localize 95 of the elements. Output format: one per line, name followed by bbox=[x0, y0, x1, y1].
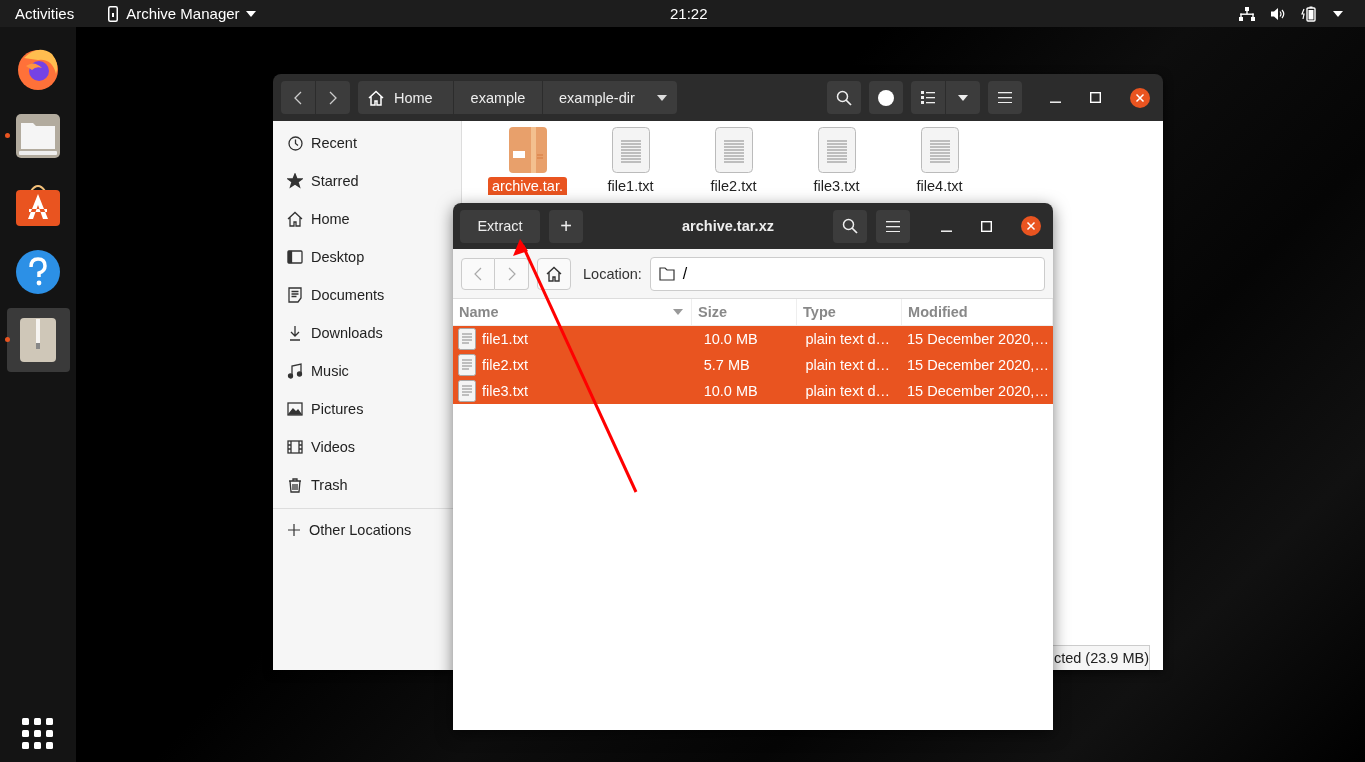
videos-icon bbox=[287, 439, 303, 455]
back-button[interactable] bbox=[281, 81, 315, 114]
sidebar-item[interactable]: Home bbox=[273, 200, 358, 238]
view-options-button[interactable] bbox=[946, 81, 980, 114]
caret-icon[interactable] bbox=[1333, 10, 1343, 17]
sidebar-item[interactable]: Music bbox=[273, 352, 357, 390]
desktop-icon bbox=[287, 249, 303, 265]
menu-button[interactable] bbox=[988, 81, 1022, 114]
chevron-left-icon bbox=[294, 90, 302, 105]
chevron-right-icon bbox=[329, 90, 337, 105]
home-icon bbox=[287, 211, 303, 227]
location-label: Location: bbox=[583, 265, 642, 282]
downloads-icon bbox=[287, 325, 303, 341]
caret-icon bbox=[958, 94, 968, 101]
column-header[interactable]: Type bbox=[797, 299, 903, 325]
table-row[interactable]: file2.txt 5.7 MB plain text d… 15 December 2020,… bbox=[453, 352, 1053, 378]
close-button[interactable] bbox=[1130, 87, 1150, 108]
text-file-icon bbox=[458, 380, 476, 402]
archive-app-icon bbox=[108, 5, 119, 22]
file-item[interactable]: file4.txt bbox=[888, 127, 991, 195]
plus-icon bbox=[287, 523, 301, 537]
music-icon bbox=[287, 363, 303, 379]
location-field[interactable]: / bbox=[649, 256, 1045, 291]
question-mark-icon bbox=[15, 249, 61, 295]
column-header[interactable]: Name bbox=[453, 299, 693, 325]
sidebar-item[interactable]: Documents bbox=[273, 276, 393, 314]
column-header[interactable]: Modified bbox=[902, 299, 1053, 325]
folder-icon bbox=[658, 266, 675, 281]
column-header[interactable]: Size bbox=[692, 299, 798, 325]
app-grid-icon[interactable] bbox=[22, 718, 54, 750]
clock[interactable]: 21:22 bbox=[670, 5, 708, 22]
text-file-icon bbox=[611, 127, 650, 173]
file-item[interactable]: file3.txt bbox=[785, 127, 888, 195]
extract-button[interactable]: Extract bbox=[460, 209, 540, 243]
menu-icon bbox=[886, 220, 900, 232]
menu-button[interactable] bbox=[876, 209, 910, 243]
chevron-right-icon bbox=[507, 266, 516, 281]
search-icon bbox=[836, 89, 852, 106]
search-icon bbox=[842, 218, 858, 234]
close-button[interactable] bbox=[1021, 216, 1041, 236]
list-view-button[interactable] bbox=[911, 81, 945, 114]
maximize-icon[interactable] bbox=[1090, 92, 1101, 103]
circle-icon bbox=[877, 88, 895, 107]
caret-icon[interactable] bbox=[245, 10, 256, 17]
status-label: cted (23.9 MB) bbox=[1050, 645, 1150, 670]
recent-icon bbox=[287, 135, 303, 151]
path-button[interactable]: example-dir bbox=[543, 81, 677, 114]
dock-item[interactable] bbox=[6, 308, 70, 372]
home-icon bbox=[368, 89, 384, 106]
list-icon bbox=[921, 91, 935, 104]
text-file-icon bbox=[458, 328, 476, 350]
pictures-icon bbox=[287, 401, 303, 417]
file-item[interactable]: archive.tar. bbox=[476, 127, 579, 195]
starred-icon bbox=[287, 173, 303, 189]
sidebar-item[interactable]: Trash bbox=[273, 466, 356, 504]
home-icon bbox=[546, 265, 562, 282]
file-item[interactable]: file1.txt bbox=[579, 127, 682, 195]
home-button[interactable] bbox=[537, 257, 571, 290]
sidebar-item[interactable]: Downloads bbox=[273, 314, 391, 352]
sidebar-item[interactable]: Videos bbox=[273, 428, 364, 466]
search-button[interactable] bbox=[827, 81, 861, 114]
chevron-left-icon bbox=[474, 266, 482, 281]
network-icon[interactable] bbox=[1239, 6, 1255, 21]
menu-icon bbox=[998, 92, 1012, 103]
zipped-file-icon bbox=[19, 317, 57, 363]
sidebar-item[interactable]: Desktop bbox=[273, 238, 373, 276]
search-button[interactable] bbox=[833, 209, 867, 243]
caret-icon bbox=[657, 94, 667, 101]
table-row[interactable]: file1.txt 10.0 MB plain text d… 15 December 2020,… bbox=[453, 326, 1053, 352]
battery-icon[interactable] bbox=[1301, 5, 1317, 22]
path-button[interactable]: example bbox=[454, 81, 542, 114]
path-button[interactable]: Home bbox=[358, 81, 453, 114]
text-file-icon bbox=[817, 127, 856, 173]
activities-button[interactable]: Activities bbox=[15, 5, 75, 22]
add-button[interactable]: + bbox=[549, 209, 583, 243]
text-file-icon bbox=[714, 127, 753, 173]
maximize-icon[interactable] bbox=[981, 220, 992, 232]
folder-drawer-icon bbox=[15, 113, 61, 159]
text-file-icon bbox=[458, 354, 476, 376]
window-title: archive.tar.xz bbox=[681, 218, 775, 234]
file-item[interactable]: file2.txt bbox=[682, 127, 785, 195]
forward-button[interactable] bbox=[316, 81, 350, 114]
app-menu[interactable]: Archive Manager bbox=[126, 5, 240, 22]
sort-caret-icon bbox=[673, 309, 684, 315]
text-file-icon bbox=[920, 127, 959, 173]
archive-file-icon bbox=[508, 127, 547, 173]
circle-button[interactable] bbox=[869, 81, 903, 114]
sidebar-item[interactable]: Pictures bbox=[273, 390, 372, 428]
sidebar-item[interactable]: Starred bbox=[273, 162, 367, 200]
other-locations-item[interactable]: Other Locations bbox=[273, 511, 420, 549]
documents-icon bbox=[287, 287, 303, 303]
trash-icon bbox=[287, 477, 303, 493]
table-row[interactable]: file3.txt 10.0 MB plain text d… 15 December 2020,… bbox=[453, 378, 1053, 404]
volume-icon[interactable] bbox=[1271, 6, 1285, 21]
sidebar-item[interactable]: Recent bbox=[273, 124, 365, 162]
